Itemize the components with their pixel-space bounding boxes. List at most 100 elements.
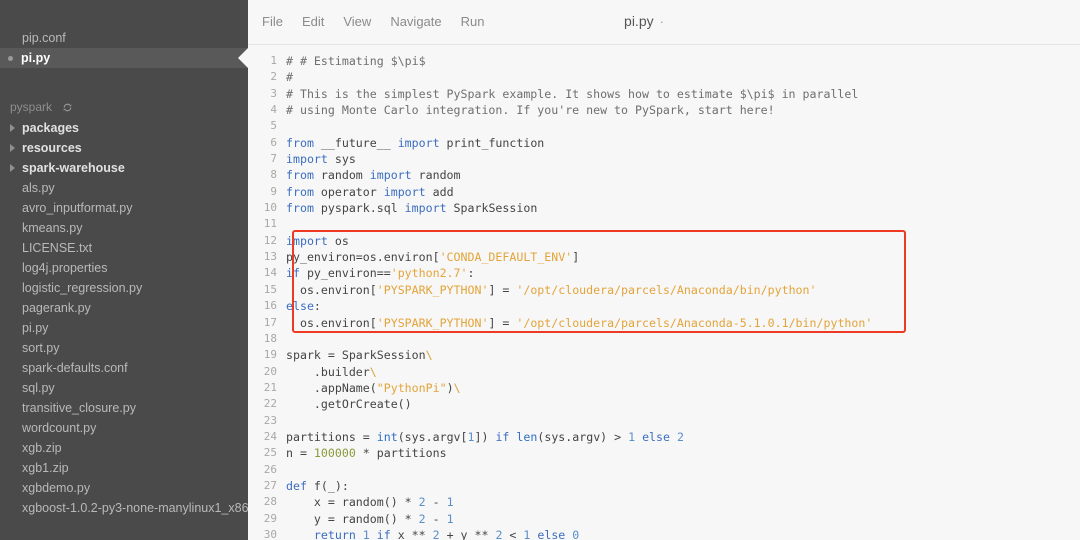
sidebar-item-xgb1-zip[interactable]: xgb1.zip <box>0 458 248 478</box>
sidebar-item-wordcount-py[interactable]: wordcount.py <box>0 418 248 438</box>
sidebar-item-resources[interactable]: resources <box>0 138 248 158</box>
sidebar-group-header[interactable]: pyspark <box>0 96 248 118</box>
code-line-text[interactable]: py_environ=os.environ['CONDA_DEFAULT_ENV… <box>286 249 1080 265</box>
code-line[interactable]: 10 from pyspark.sql import SparkSession <box>248 200 1080 216</box>
code-line[interactable]: 27 def f(_): <box>248 478 1080 494</box>
code-line-text[interactable]: # using Monte Carlo integration. If you'… <box>286 102 1080 118</box>
code-line-text[interactable] <box>286 413 1080 429</box>
chevron-right-icon[interactable] <box>10 164 15 172</box>
code-line-text[interactable]: import os <box>286 233 1080 249</box>
sidebar-item-xgbdemo-py[interactable]: xgbdemo.py <box>0 478 248 498</box>
sidebar-item-logistic-regression-py[interactable]: logistic_regression.py <box>0 278 248 298</box>
sidebar-item-xgb-zip[interactable]: xgb.zip <box>0 438 248 458</box>
sidebar-item-spark-warehouse[interactable]: spark-warehouse <box>0 158 248 178</box>
code-editor[interactable]: 1 # # Estimating $\pi$ 2 #3 # This is the si… <box>248 45 1080 540</box>
code-line-text[interactable] <box>286 118 1080 134</box>
code-line-text[interactable]: .getOrCreate() <box>286 396 1080 412</box>
sidebar-item-als-py[interactable]: als.py <box>0 178 248 198</box>
code-line-text[interactable] <box>286 216 1080 232</box>
code-line[interactable]: 26 <box>248 462 1080 478</box>
code-line-text[interactable]: def f(_): <box>286 478 1080 494</box>
code-line[interactable]: 21 .appName("PythonPi")\ <box>248 380 1080 396</box>
code-token: 'python2.7' <box>390 266 468 281</box>
code-line[interactable]: 2 # <box>248 69 1080 85</box>
code-line-text[interactable]: from operator import add <box>286 184 1080 200</box>
sidebar-item-packages[interactable]: packages <box>0 118 248 138</box>
code-line-text[interactable]: os.environ['PYSPARK_PYTHON'] = '/opt/clo… <box>286 282 1080 298</box>
code-line[interactable]: 6 from __future__ import print_function <box>248 135 1080 151</box>
code-line-text[interactable]: y = random() * 2 - 1 <box>286 511 1080 527</box>
chevron-right-icon[interactable] <box>10 124 15 132</box>
code-line[interactable]: 17 os.environ['PYSPARK_PYTHON'] = '/opt/… <box>248 315 1080 331</box>
code-line[interactable]: 30 return 1 if x ** 2 + y ** 2 < 1 else … <box>248 527 1080 540</box>
sidebar-item-log4j-properties[interactable]: log4j.properties <box>0 258 248 278</box>
code-line-text[interactable]: spark = SparkSession\ <box>286 347 1080 363</box>
sidebar-item-xgboost-1-0-2-py3-none-manylinux1-x86[interactable]: xgboost-1.0.2-py3-none-manylinux1_x86 <box>0 498 248 518</box>
code-line-text[interactable]: partitions = int(sys.argv[1]) if len(sys… <box>286 429 1080 445</box>
code-line[interactable]: 18 <box>248 331 1080 347</box>
sidebar-item-spark-defaults-conf[interactable]: spark-defaults.conf <box>0 358 248 378</box>
code-line-text[interactable]: return 1 if x ** 2 + y ** 2 < 1 else 0 <box>286 527 1080 540</box>
code-line[interactable]: 7 import sys <box>248 151 1080 167</box>
code-line[interactable]: 5 <box>248 118 1080 134</box>
code-line[interactable]: 25 n = 100000 * partitions <box>248 445 1080 461</box>
sidebar-item-sql-py[interactable]: sql.py <box>0 378 248 398</box>
code-line-text[interactable]: # <box>286 69 1080 85</box>
code-line[interactable]: 15 os.environ['PYSPARK_PYTHON'] = '/opt/… <box>248 282 1080 298</box>
code-line-text[interactable]: # # Estimating $\pi$ <box>286 53 1080 69</box>
code-line[interactable]: 4 # using Monte Carlo integration. If you… <box>248 102 1080 118</box>
sidebar-item-license-txt[interactable]: LICENSE.txt <box>0 238 248 258</box>
code-line[interactable]: 1 # # Estimating $\pi$ <box>248 53 1080 69</box>
code-line[interactable]: 24 partitions = int(sys.argv[1]) if len(s… <box>248 429 1080 445</box>
line-number: 15 <box>263 282 277 296</box>
code-line[interactable]: 20 .builder\ <box>248 364 1080 380</box>
code-line[interactable]: 11 <box>248 216 1080 232</box>
code-line-text[interactable]: n = 100000 * partitions <box>286 445 1080 461</box>
code-line-text[interactable]: if py_environ=='python2.7': <box>286 265 1080 281</box>
code-line[interactable]: 12 import os <box>248 233 1080 249</box>
code-token: 2 <box>418 495 426 510</box>
code-line[interactable]: 3 # This is the simplest PySpark example.… <box>248 86 1080 102</box>
code-line[interactable]: 29 y = random() * 2 - 1 <box>248 511 1080 527</box>
sidebar-item-pip-conf[interactable]: pip.conf <box>0 28 248 48</box>
sidebar-item-kmeans-py[interactable]: kmeans.py <box>0 218 248 238</box>
sidebar-item-label: kmeans.py <box>22 221 83 235</box>
code-line-text[interactable]: x = random() * 2 - 1 <box>286 494 1080 510</box>
code-token: partitions = <box>286 429 377 444</box>
code-line-text[interactable]: import sys <box>286 151 1080 167</box>
code-line-text[interactable]: .appName("PythonPi")\ <box>286 380 1080 396</box>
line-number: 25 <box>263 446 277 460</box>
sidebar-item-transitive-closure-py[interactable]: transitive_closure.py <box>0 398 248 418</box>
code-line-text[interactable]: from random import random <box>286 167 1080 183</box>
code-line[interactable]: 14 if py_environ=='python2.7': <box>248 265 1080 281</box>
code-lines-container: 1 # # Estimating $\pi$ 2 #3 # This is the si… <box>248 53 1080 540</box>
code-line[interactable]: 28 x = random() * 2 - 1 <box>248 494 1080 510</box>
code-line[interactable]: 9 from operator import add <box>248 184 1080 200</box>
code-token: ]) <box>474 429 496 444</box>
sidebar-item-pagerank-py[interactable]: pagerank.py <box>0 298 248 318</box>
code-line-text[interactable] <box>286 462 1080 478</box>
code-token: if <box>495 429 510 444</box>
code-line[interactable]: 13 py_environ=os.environ['CONDA_DEFAULT_E… <box>248 249 1080 265</box>
code-line-text[interactable]: .builder\ <box>286 364 1080 380</box>
code-line-text[interactable]: os.environ['PYSPARK_PYTHON'] = '/opt/clo… <box>286 315 1080 331</box>
sidebar-item-pi-py[interactable]: pi.py <box>0 48 248 68</box>
code-token: f(_): <box>306 478 349 493</box>
code-line[interactable]: 22 .getOrCreate() <box>248 396 1080 412</box>
code-line-text[interactable]: from __future__ import print_function <box>286 135 1080 151</box>
code-line[interactable]: 16 else: <box>248 298 1080 314</box>
sync-icon[interactable] <box>62 102 73 113</box>
chevron-right-icon[interactable] <box>10 144 15 152</box>
code-token: n = <box>286 446 314 461</box>
code-line[interactable]: 23 <box>248 413 1080 429</box>
sidebar-item-pi-py[interactable]: pi.py <box>0 318 248 338</box>
file-explorer-sidebar[interactable]: pip.conf pi.py pyspark packages resources s… <box>0 0 248 540</box>
code-line-text[interactable]: # This is the simplest PySpark example. … <box>286 86 1080 102</box>
sidebar-item-sort-py[interactable]: sort.py <box>0 338 248 358</box>
code-line-text[interactable] <box>286 331 1080 347</box>
code-line[interactable]: 8 from random import random <box>248 167 1080 183</box>
code-line-text[interactable]: from pyspark.sql import SparkSession <box>286 200 1080 216</box>
sidebar-item-avro-inputformat-py[interactable]: avro_inputformat.py <box>0 198 248 218</box>
code-line-text[interactable]: else: <box>286 298 1080 314</box>
code-line[interactable]: 19 spark = SparkSession\ <box>248 347 1080 363</box>
